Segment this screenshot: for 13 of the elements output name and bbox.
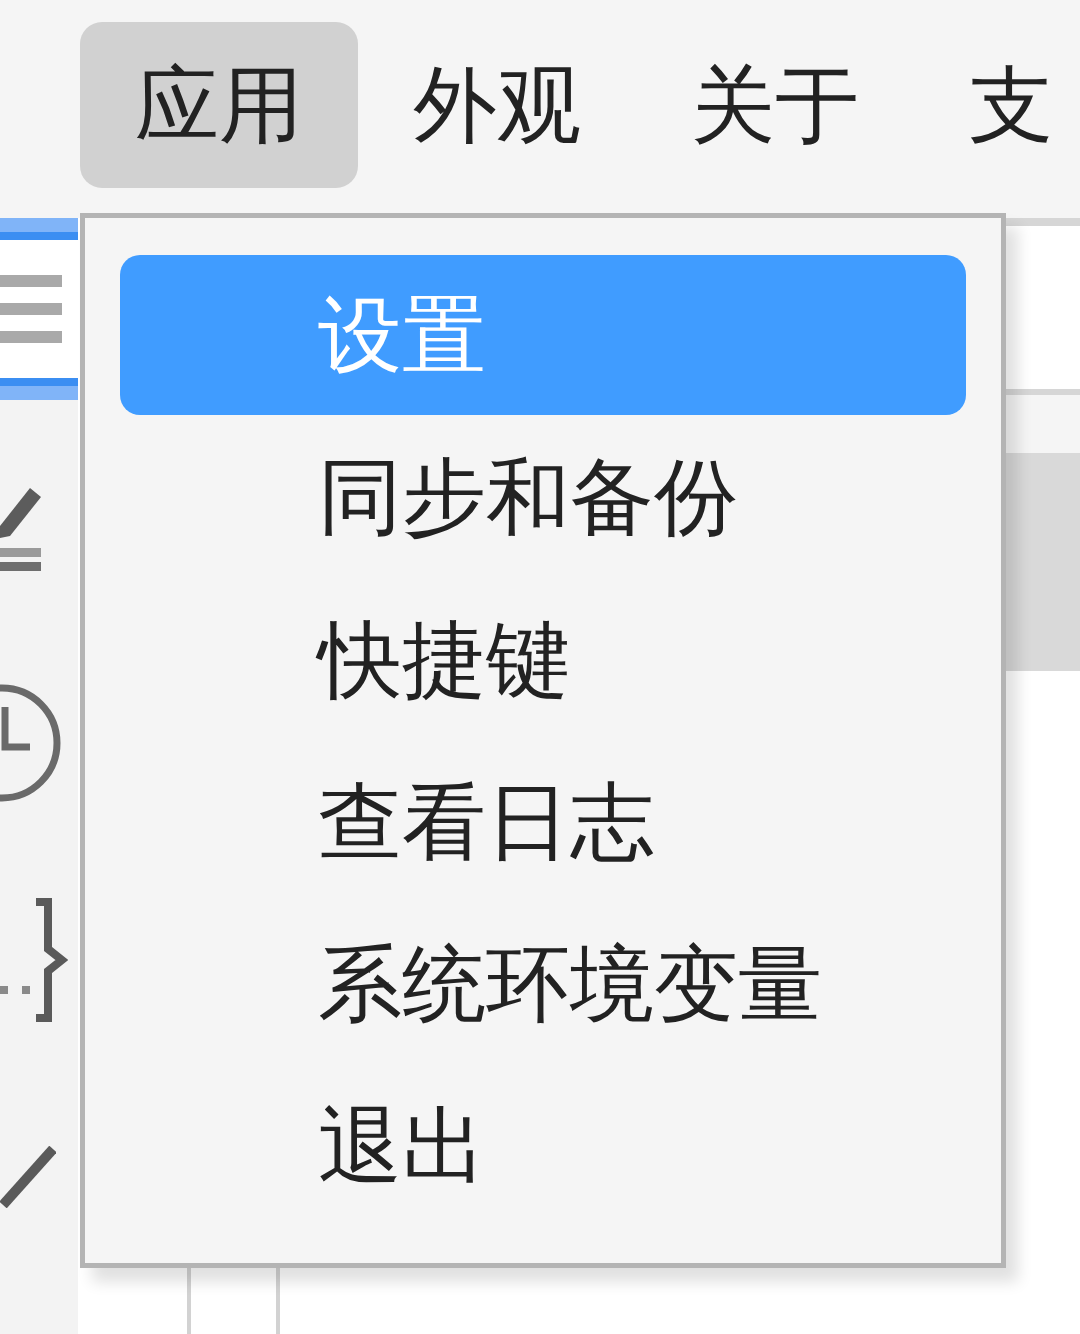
slash-icon[interactable] [0, 1146, 56, 1208]
braces-icon[interactable] [0, 897, 68, 1023]
menu-icon [0, 275, 62, 343]
menu-item[interactable]: 应用 [80, 22, 358, 188]
clock-icon[interactable] [0, 683, 62, 803]
menu-option[interactable]: 查看日志 [318, 773, 654, 871]
menu-item[interactable]: 支 [969, 56, 1053, 154]
menu-option[interactable]: 同步和备份 [318, 449, 738, 546]
sidebar-button[interactable] [0, 218, 78, 400]
menu-item[interactable]: 外观 [413, 56, 581, 154]
menu-option[interactable]: 系统环境变量 [318, 935, 822, 1033]
menu-item[interactable]: 关于 [691, 56, 859, 154]
menu-option[interactable]: 退出 [318, 1098, 486, 1195]
